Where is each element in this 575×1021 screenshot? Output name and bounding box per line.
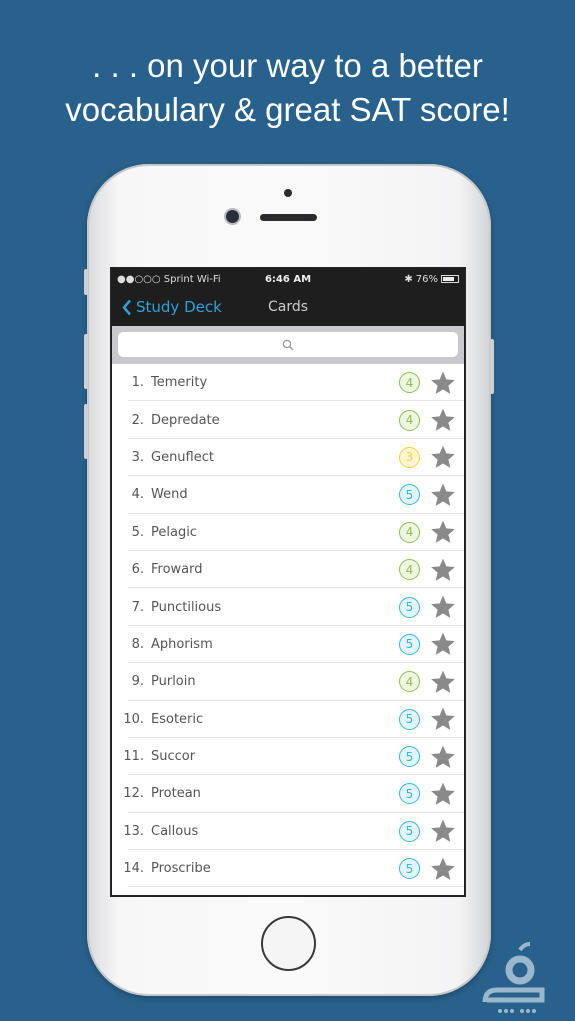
star-icon[interactable] bbox=[430, 519, 456, 545]
card-row[interactable]: 1. Temerity 4 bbox=[112, 364, 464, 402]
level-badge: 5 bbox=[399, 633, 420, 655]
headline: . . . on your way to a better vocabulary… bbox=[0, 44, 575, 132]
card-word: Wend bbox=[151, 487, 188, 503]
card-number: 3. bbox=[131, 449, 144, 465]
star-icon[interactable] bbox=[430, 744, 456, 770]
card-word: Froward bbox=[151, 562, 203, 578]
card-number: 13. bbox=[123, 823, 144, 839]
search-icon bbox=[282, 339, 294, 350]
card-number: 11. bbox=[123, 749, 144, 765]
card-row[interactable]: 10. Esoteric 5 bbox=[112, 701, 464, 739]
card-number: 10. bbox=[123, 711, 144, 727]
card-word: Aphorism bbox=[151, 636, 213, 652]
page-title: Cards bbox=[267, 299, 309, 315]
card-list: 1. Temerity 4 2. Depredate 4 3. Genuflec… bbox=[112, 364, 464, 888]
proximity-sensor bbox=[284, 189, 292, 197]
star-icon[interactable] bbox=[430, 370, 456, 396]
level-badge: 5 bbox=[399, 746, 420, 768]
card-row[interactable]: 5. Pelagic 4 bbox=[112, 514, 464, 552]
card-row[interactable]: 14. Proscribe 5 bbox=[112, 850, 464, 888]
level-badge: 5 bbox=[399, 708, 420, 730]
card-number: 4. bbox=[131, 487, 144, 503]
card-word: Depredate bbox=[151, 412, 220, 428]
headline-line-2: vocabulary & great SAT score! bbox=[65, 91, 510, 128]
watermark-logo bbox=[482, 942, 545, 1013]
star-icon[interactable] bbox=[430, 407, 456, 433]
card-word: Callous bbox=[151, 823, 199, 839]
level-badge: 5 bbox=[399, 820, 420, 842]
card-word: Temerity bbox=[151, 375, 208, 391]
status-bar: ●●○○○ Sprint Wi-Fi 6:46 AM ✱ 76% bbox=[112, 269, 464, 289]
card-word: Purloin bbox=[151, 674, 196, 690]
star-icon[interactable] bbox=[430, 818, 456, 844]
star-icon[interactable] bbox=[430, 594, 456, 620]
card-word: Pelagic bbox=[151, 524, 197, 540]
star-icon[interactable] bbox=[430, 557, 456, 583]
battery-icon bbox=[441, 275, 459, 283]
card-number: 8. bbox=[131, 636, 144, 652]
level-badge: 4 bbox=[399, 671, 420, 693]
star-icon[interactable] bbox=[430, 631, 456, 657]
star-icon[interactable] bbox=[430, 669, 456, 695]
card-word: Genuflect bbox=[151, 449, 214, 465]
card-number: 6. bbox=[131, 562, 144, 578]
card-number: 14. bbox=[123, 861, 144, 877]
card-number: 2. bbox=[131, 412, 144, 428]
star-icon[interactable] bbox=[430, 444, 456, 470]
battery-percent: 76% bbox=[415, 273, 438, 285]
level-badge: 4 bbox=[399, 521, 420, 543]
star-icon[interactable] bbox=[430, 482, 456, 508]
mute-switch bbox=[84, 269, 88, 295]
card-row[interactable]: 7. Punctilious 5 bbox=[112, 588, 464, 627]
card-word: Protean bbox=[151, 786, 201, 802]
card-row[interactable]: 2. Depredate 4 bbox=[112, 401, 464, 440]
level-badge: 5 bbox=[399, 858, 420, 880]
card-row[interactable]: 3. Genuflect 3 bbox=[112, 439, 464, 477]
level-badge: 5 bbox=[399, 596, 420, 618]
card-row[interactable]: 12. Protean 5 bbox=[112, 775, 464, 814]
card-number: 7. bbox=[131, 599, 144, 615]
app-screen: ●●○○○ Sprint Wi-Fi 6:46 AM ✱ 76% Study D… bbox=[110, 267, 466, 897]
star-icon[interactable] bbox=[430, 856, 456, 882]
card-word: Proscribe bbox=[151, 861, 211, 877]
level-badge: 4 bbox=[399, 372, 420, 394]
star-icon[interactable] bbox=[430, 781, 456, 807]
volume-up-button bbox=[84, 334, 88, 389]
level-badge: 4 bbox=[399, 409, 420, 431]
card-number: 5. bbox=[131, 524, 144, 540]
headline-line-1: . . . on your way to a better bbox=[92, 47, 483, 84]
card-word: Succor bbox=[151, 749, 196, 765]
card-row[interactable]: 9. Purloin 4 bbox=[112, 663, 464, 701]
level-badge: 4 bbox=[399, 559, 420, 581]
card-number: 12. bbox=[123, 786, 144, 802]
level-badge: 5 bbox=[399, 484, 420, 506]
card-row[interactable]: 13. Callous 5 bbox=[112, 813, 464, 851]
card-row[interactable]: 8. Aphorism 5 bbox=[112, 626, 464, 664]
star-icon[interactable] bbox=[430, 706, 456, 732]
level-badge: 3 bbox=[399, 446, 420, 468]
card-word: Esoteric bbox=[151, 711, 204, 727]
earpiece-speaker bbox=[260, 214, 317, 221]
card-number: 1. bbox=[131, 375, 144, 391]
navigation-bar: Study Deck Cards bbox=[112, 289, 464, 326]
search-bar bbox=[112, 326, 464, 364]
card-word: Punctilious bbox=[151, 599, 222, 615]
volume-down-button bbox=[84, 404, 88, 459]
front-camera bbox=[226, 210, 239, 223]
level-badge: 5 bbox=[399, 783, 420, 805]
card-row[interactable]: 4. Wend 5 bbox=[112, 476, 464, 514]
card-number: 9. bbox=[131, 674, 144, 690]
search-input[interactable] bbox=[118, 332, 458, 357]
bluetooth-icon: ✱ bbox=[404, 273, 413, 285]
card-row[interactable]: 6. Froward 4 bbox=[112, 551, 464, 589]
power-button bbox=[490, 339, 494, 394]
card-row[interactable]: 11. Succor 5 bbox=[112, 738, 464, 776]
home-button[interactable] bbox=[261, 916, 316, 971]
